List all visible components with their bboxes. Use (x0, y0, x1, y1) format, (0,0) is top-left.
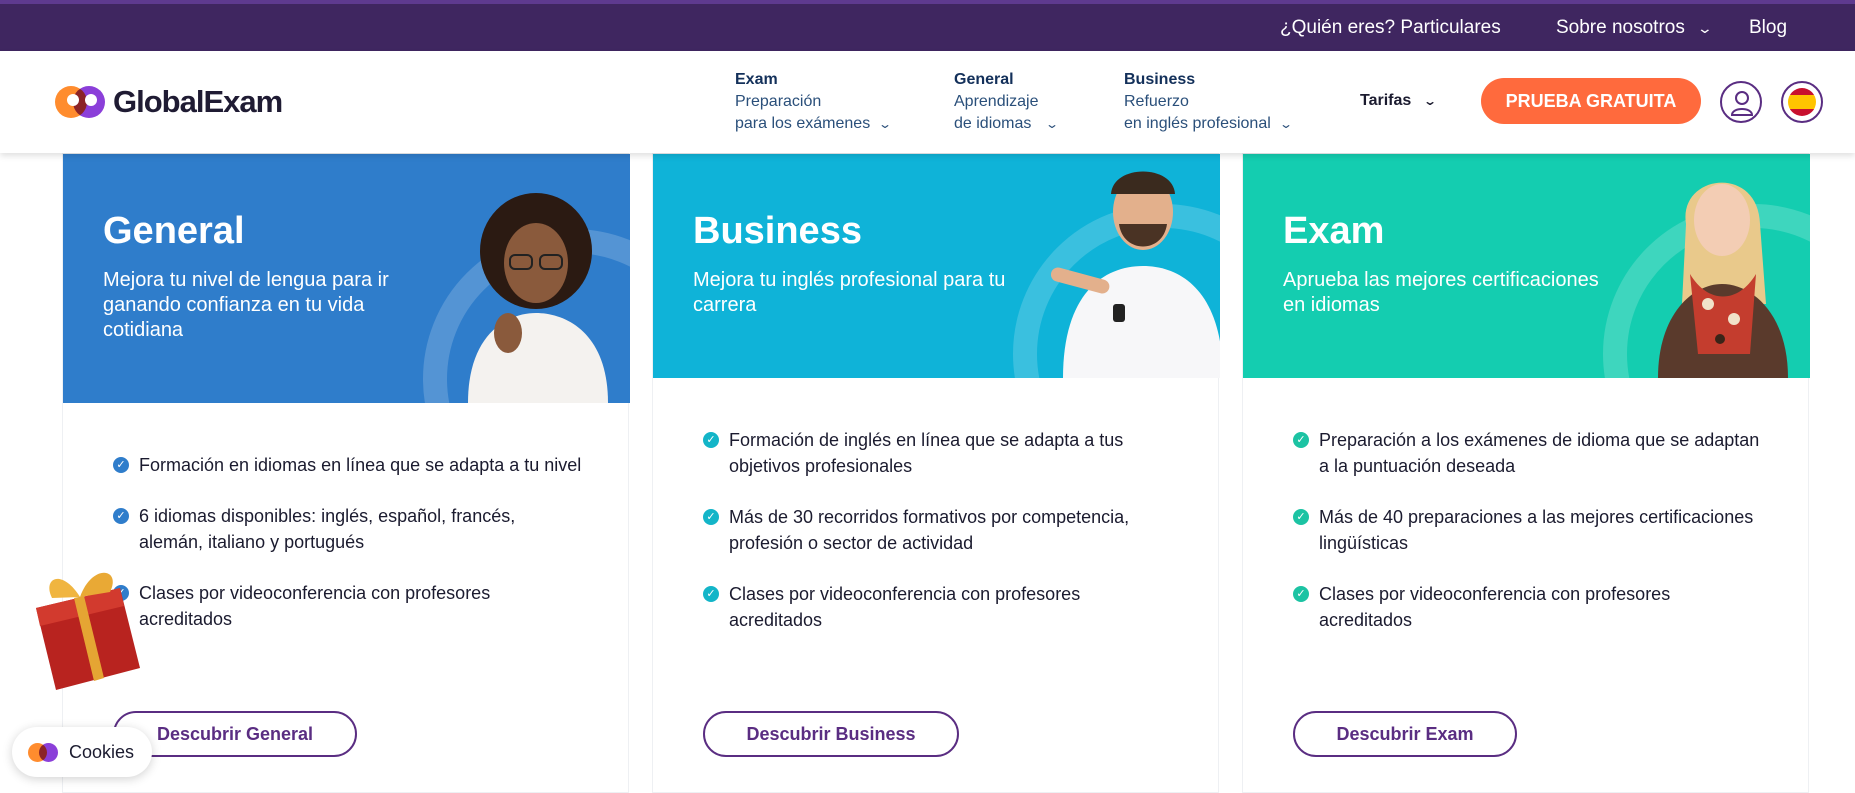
tarifas-label: Tarifas (1360, 92, 1412, 109)
man-photo (1050, 171, 1220, 378)
chevron-down-icon: ⌄ (1278, 117, 1293, 131)
card-title: Exam (1283, 210, 1385, 252)
nav-exam-line1: Preparación (735, 93, 822, 110)
check-circle-icon: ✓ (703, 586, 719, 602)
chevron-down-icon: ⌄ (1696, 20, 1713, 36)
chevron-down-icon: ⌄ (878, 117, 893, 131)
check-circle-icon: ✓ (113, 457, 129, 473)
woman-photo (1658, 182, 1788, 378)
about-menu[interactable]: Sobre nosotros ⌄ (1556, 17, 1713, 39)
check-circle-icon: ✓ (703, 509, 719, 525)
cookies-label: Cookies (69, 742, 135, 762)
check-circle-icon: ✓ (1293, 432, 1309, 448)
chevron-down-icon: ⌄ (1045, 117, 1060, 131)
blog-link[interactable]: Blog (1749, 17, 1787, 39)
card-exam: Exam Aprueba las mejores certificaciones… (1242, 153, 1810, 793)
language-button[interactable] (1781, 81, 1823, 123)
card-title: General (103, 210, 245, 252)
nav-general[interactable]: General Aprendizaje de idiomas ⌄ (954, 69, 1060, 135)
nav-business-title: Business (1124, 71, 1196, 88)
check-circle-icon: ✓ (703, 432, 719, 448)
logo[interactable]: GlobalExam (55, 84, 283, 120)
audience-label: ¿Quién eres? Particulares (1280, 17, 1501, 38)
free-trial-button[interactable]: PRUEBA GRATUITA (1481, 78, 1701, 124)
top-bar: ¿Quién eres? Particulares Sobre nosotros… (0, 0, 1855, 51)
list-item: ✓ Más de 30 recorridos formativos por com… (703, 504, 1173, 556)
tarifas-menu[interactable]: Tarifas ⌄ (1360, 92, 1438, 110)
logo-mark-icon (28, 743, 60, 763)
discover-business-button[interactable]: Descubrir Business (703, 711, 959, 757)
blog-label: Blog (1749, 17, 1788, 38)
list-item: ✓ Formación de inglés en línea que se ada… (703, 427, 1173, 479)
card-general-banner: General Mejora tu nivel de lengua para i… (63, 154, 630, 403)
feature-text: Más de 40 preparaciones a las mejores ce… (1319, 507, 1754, 553)
list-item: ✓ Clases por videoconferencia con profeso… (703, 581, 1173, 633)
woman-photo (468, 193, 608, 403)
account-button[interactable] (1720, 81, 1762, 123)
nav-general-title: General (954, 71, 1014, 88)
main-header: GlobalExam Exam Preparación para los exá… (0, 51, 1855, 153)
nav-exam-title: Exam (735, 71, 778, 88)
card-exam-banner: Exam Aprueba las mejores certificaciones… (1243, 154, 1810, 378)
card-description: Aprueba las mejores certificaciones en i… (1283, 269, 1599, 316)
about-label: Sobre nosotros (1556, 17, 1685, 38)
discover-exam-button[interactable]: Descubrir Exam (1293, 711, 1517, 757)
card-description: Mejora tu inglés profesional para tu car… (693, 269, 1006, 316)
gift-icon[interactable] (22, 548, 152, 698)
card-business-banner: Business Mejora tu inglés profesional pa… (653, 154, 1220, 378)
list-item: ✓ Formación en idiomas en línea que se ad… (113, 452, 583, 478)
list-item: ✓ Clases por videoconferencia con profeso… (1293, 581, 1763, 633)
card-description: Mejora tu nivel de lengua para ir ganand… (103, 269, 389, 341)
feature-list: ✓ Formación en idiomas en línea que se ad… (113, 452, 583, 657)
feature-text: Clases por videoconferencia con profesor… (729, 584, 1081, 630)
check-circle-icon: ✓ (1293, 586, 1309, 602)
feature-text: Clases por videoconferencia con profesor… (1319, 584, 1671, 630)
list-item: ✓Clases por videoconferencia con profeso… (113, 580, 583, 632)
check-circle-icon: ✓ (1293, 509, 1309, 525)
audience-link[interactable]: ¿Quién eres? Particulares (1280, 17, 1501, 39)
nav-business-line1: Refuerzo (1124, 93, 1189, 110)
nav-exam-line2: para los exámenes (735, 115, 871, 132)
logo-text: GlobalExam (113, 84, 283, 119)
nav-business[interactable]: Business Refuerzo en inglés profesional ⌄ (1124, 69, 1293, 135)
list-item: ✓ Más de 40 preparaciones a las mejores c… (1293, 504, 1763, 556)
nav-exam[interactable]: Exam Preparación para los exámenes ⌄ (735, 69, 893, 135)
user-icon (1730, 91, 1754, 116)
cookies-button[interactable]: Cookies (12, 727, 152, 777)
nav-business-line2: en inglés profesional (1124, 115, 1271, 132)
card-business: Business Mejora tu inglés profesional pa… (652, 153, 1220, 793)
list-item: ✓ Preparación a los exámenes de idioma qu… (1293, 427, 1763, 479)
list-item: ✓ 6 idiomas disponibles: inglés, español,… (113, 503, 583, 555)
feature-text: Formación en idiomas en línea que se ada… (139, 455, 582, 475)
nav-general-line1: Aprendizaje (954, 93, 1039, 110)
chevron-down-icon: ⌄ (1423, 94, 1438, 108)
card-title: Business (693, 210, 862, 252)
feature-text: 6 idiomas disponibles: inglés, español, … (139, 506, 516, 552)
feature-list: ✓ Preparación a los exámenes de idioma qu… (1293, 427, 1763, 658)
feature-text: Clases por videoconferencia con profesor… (139, 583, 491, 629)
feature-text: Formación de inglés en línea que se adap… (729, 430, 1124, 476)
feature-text: Más de 30 recorridos formativos por comp… (729, 507, 1130, 553)
nav-general-line2: de idiomas (954, 115, 1032, 132)
logo-mark-icon (55, 84, 107, 120)
check-circle-icon: ✓ (113, 508, 129, 524)
feature-list: ✓ Formación de inglés en línea que se ada… (703, 427, 1173, 658)
spain-flag-icon (1788, 88, 1816, 116)
feature-text: Preparación a los exámenes de idioma que… (1319, 430, 1760, 476)
